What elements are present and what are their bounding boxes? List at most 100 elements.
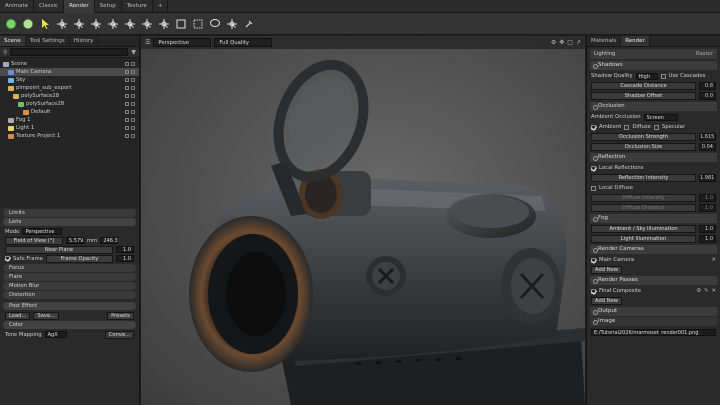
local-diffuse-checkbox[interactable] <box>591 185 596 191</box>
light-illumination-slider[interactable]: Light Illumination <box>591 235 696 243</box>
box-icon[interactable] <box>173 16 188 31</box>
convert-button[interactable]: Conve... <box>104 330 134 339</box>
rotate-icon[interactable] <box>71 16 86 31</box>
render-pass-checkbox[interactable] <box>591 288 596 294</box>
tree-item[interactable]: Main Camera <box>0 68 139 76</box>
add-pass-button[interactable]: Add New <box>591 297 623 305</box>
tree-item[interactable]: polySurface28 <box>0 92 139 100</box>
output-path-field[interactable]: E:/Tutorial2026/marmoset_render001.png <box>591 328 716 336</box>
local-reflections-checkbox[interactable] <box>591 165 596 171</box>
render-camera-checkbox[interactable] <box>591 257 596 263</box>
tree-item[interactable]: polySurface28 <box>0 100 139 108</box>
render-pass-item[interactable]: Final Composite ⚙ ✎ ✕ <box>587 286 720 296</box>
section-render-cameras[interactable]: Render Cameras <box>590 245 717 254</box>
diffuse-checkbox[interactable] <box>624 124 630 130</box>
visibility-icon[interactable] <box>125 78 129 82</box>
close-icon[interactable]: ✕ <box>712 257 716 263</box>
visibility-icon[interactable] <box>125 126 129 130</box>
mm-field[interactable]: 246.3 <box>100 237 119 244</box>
reflection-intensity-field[interactable]: 1.981 <box>699 174 716 182</box>
transform-icon[interactable] <box>139 16 154 31</box>
edit-icon[interactable]: ✎ <box>704 288 708 294</box>
close-icon[interactable]: ✕ <box>712 288 716 294</box>
lock-icon[interactable] <box>131 110 135 114</box>
rect-select-icon[interactable] <box>190 16 205 31</box>
section-motion-blur[interactable]: Motion Blur <box>3 282 136 290</box>
ambient-checkbox[interactable] <box>591 124 596 130</box>
section-distortion[interactable]: Distortion <box>3 291 136 299</box>
section-occlusion[interactable]: Occlusion <box>590 102 717 111</box>
visibility-icon[interactable] <box>125 62 129 66</box>
section-focus[interactable]: Focus <box>3 264 136 272</box>
filter-icon[interactable]: ▼ <box>131 49 136 56</box>
move-view-icon[interactable]: ✥ <box>559 39 564 46</box>
sphere-icon[interactable] <box>3 16 18 31</box>
shadow-offset-slider[interactable]: Shadow Offset <box>591 92 696 100</box>
sky-illumination-slider[interactable]: Ambient / Sky Illumination <box>591 225 696 233</box>
visibility-icon[interactable] <box>125 134 129 138</box>
viewport[interactable]: ☰ Perspective Full Quality ⚙ ✥ □ ↗ <box>141 36 585 405</box>
section-post-effect[interactable]: Post Effect <box>3 302 136 310</box>
camera-icon[interactable] <box>105 16 120 31</box>
light-illumination-field[interactable]: 1.0 <box>699 235 716 243</box>
safe-frame-checkbox[interactable] <box>5 256 10 261</box>
scale-icon[interactable] <box>88 16 103 31</box>
visibility-icon[interactable] <box>125 86 129 90</box>
lasso-icon[interactable] <box>207 16 222 31</box>
camera-mode-select[interactable]: Perspective <box>153 38 212 47</box>
frame-icon[interactable]: □ <box>567 39 573 46</box>
lock-icon[interactable] <box>131 70 135 74</box>
tree-item[interactable]: pimpoint_sub_export <box>0 84 139 92</box>
tab-scene[interactable]: Scene <box>0 36 26 46</box>
presets-button[interactable]: Presets <box>107 311 134 320</box>
load-button[interactable]: Load... <box>5 311 31 320</box>
section-output[interactable]: Output <box>590 307 717 316</box>
section-shadows[interactable]: Shadows <box>590 61 717 70</box>
diffuse-intensity-slider[interactable]: Diffuse Intensity <box>591 194 696 202</box>
tab-render[interactable]: Render <box>621 36 650 46</box>
tab-history[interactable]: History <box>70 36 99 46</box>
tree-item[interactable]: Fog 1 <box>0 116 139 124</box>
lighting-header[interactable]: Lighting Raster <box>590 49 717 59</box>
section-lens[interactable]: Lens <box>3 218 136 226</box>
section-image[interactable]: Image <box>590 317 717 326</box>
use-cascades-checkbox[interactable] <box>660 73 666 79</box>
occlusion-strength-field[interactable]: 1.615 <box>699 133 716 141</box>
lock-icon[interactable] <box>131 86 135 90</box>
tree-item[interactable]: Texture Project 1 <box>0 132 139 140</box>
tree-item[interactable]: Sky <box>0 76 139 84</box>
diffuse-intensity-field[interactable]: 1.0 <box>699 194 716 202</box>
ambient-occlusion-select[interactable]: Screen <box>643 113 678 121</box>
section-render-passes[interactable]: Render Passes <box>590 276 717 285</box>
section-flare[interactable]: Flare <box>3 273 136 281</box>
pin-icon[interactable] <box>241 16 256 31</box>
scene-search-input[interactable] <box>10 48 129 56</box>
add-camera-button[interactable]: Add New <box>591 266 623 274</box>
move-icon[interactable] <box>54 16 69 31</box>
sky-illumination-field[interactable]: 1.0 <box>699 225 716 233</box>
app-tab-texture[interactable]: Texture <box>122 0 153 13</box>
tree-item[interactable]: Light 1 <box>0 124 139 132</box>
lock-icon[interactable] <box>131 94 135 98</box>
render-camera-item[interactable]: Main Camera ✕ <box>587 255 720 265</box>
tab-tool-settings[interactable]: Tool Settings <box>26 36 70 46</box>
tree-item[interactable]: Default <box>0 108 139 116</box>
shadow-offset-field[interactable]: 0.0 <box>699 92 716 100</box>
add-tab-button[interactable]: + <box>153 0 169 13</box>
section-reflection[interactable]: Reflection <box>590 153 717 162</box>
lighting-mode[interactable]: Raster <box>696 51 713 57</box>
occlusion-strength-slider[interactable]: Occlusion Strength <box>591 133 696 141</box>
section-color[interactable]: Color <box>3 321 136 329</box>
expand-icon[interactable]: ↗ <box>576 39 581 46</box>
light-icon[interactable] <box>122 16 137 31</box>
section-limits[interactable]: Limits <box>3 209 136 217</box>
quality-select[interactable]: Full Quality <box>214 38 273 47</box>
occlusion-size-slider[interactable]: Occlusion Size <box>591 143 696 151</box>
occlusion-size-field[interactable]: 0.04 <box>699 143 716 151</box>
tab-materials[interactable]: Materials <box>587 36 622 46</box>
visibility-icon[interactable] <box>125 102 129 106</box>
fov-field[interactable]: 5.579 <box>66 237 84 244</box>
search-icon[interactable]: ⚲ <box>3 49 7 56</box>
app-tab-animate[interactable]: Animate <box>0 0 35 13</box>
lens-mode-select[interactable]: Perspective <box>22 228 63 235</box>
